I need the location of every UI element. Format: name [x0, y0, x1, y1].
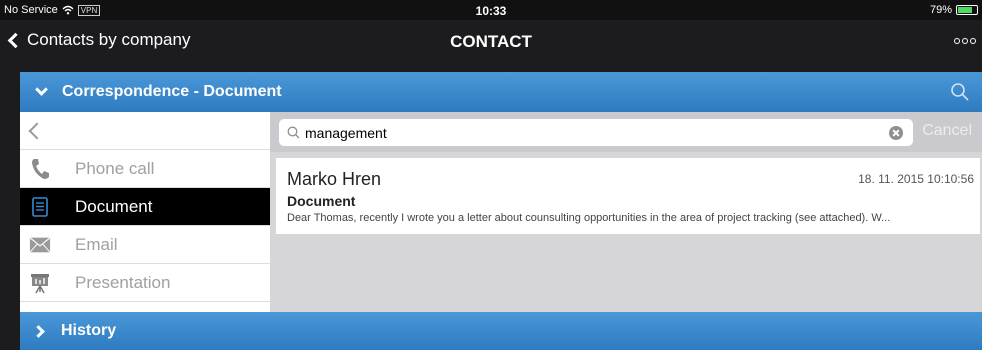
type-item-label: Document: [75, 196, 153, 216]
result-date: 18. 11. 2015 10:10:56: [858, 172, 974, 186]
status-time: 10:33: [475, 4, 507, 18]
type-item-phone-call[interactable]: Phone call: [20, 150, 270, 188]
chevron-left-icon: [28, 122, 46, 140]
cancel-button[interactable]: Cancel: [922, 122, 972, 140]
contact-panel: Correspondence - Document Phone call Doc…: [20, 72, 982, 350]
document-icon: [29, 196, 51, 218]
type-item-label: Presentation: [75, 272, 171, 292]
presentation-icon: [29, 272, 51, 294]
chevron-right-icon: [32, 324, 45, 338]
correspondence-type-list: Phone call Document Email Presentation: [20, 112, 270, 312]
correspondence-header-label: Correspondence - Document: [62, 83, 282, 100]
page-title: CONTACT: [450, 32, 532, 51]
result-preview: Dear Thomas, recently I wrote you a lett…: [287, 212, 891, 224]
more-options-icon[interactable]: [954, 38, 976, 44]
navigation-bar: Contacts by company CONTACT: [0, 20, 982, 64]
status-right: 79%: [930, 4, 978, 16]
result-list-item[interactable]: Marko Hren 18. 11. 2015 10:10:56 Documen…: [276, 158, 980, 234]
status-bar: No Service VPN 10:33 79%: [0, 0, 982, 20]
history-header-label: History: [61, 322, 117, 339]
email-icon: [29, 234, 51, 256]
search-input[interactable]: [305, 124, 865, 141]
result-type: Document: [287, 193, 356, 209]
result-contact-name: Marko Hren: [287, 169, 382, 189]
battery-icon: [956, 5, 978, 15]
type-item-document[interactable]: Document: [20, 188, 270, 226]
search-icon: [287, 126, 300, 139]
phone-icon: [29, 158, 51, 180]
clear-search-icon[interactable]: [889, 126, 903, 140]
type-item-label: Phone call: [75, 158, 155, 178]
battery-percent: 79%: [929, 4, 952, 16]
type-item-email[interactable]: Email: [20, 226, 270, 264]
type-item-presentation[interactable]: Presentation: [20, 264, 270, 302]
search-bar: Cancel: [270, 112, 982, 152]
list-back-button[interactable]: [20, 112, 270, 150]
search-icon[interactable]: [950, 82, 970, 102]
search-field[interactable]: [279, 119, 913, 146]
type-item-label: Email: [75, 234, 118, 254]
history-section-header[interactable]: History: [20, 312, 982, 350]
correspondence-section-header[interactable]: Correspondence - Document: [20, 72, 982, 112]
chevron-down-icon: [35, 83, 48, 96]
